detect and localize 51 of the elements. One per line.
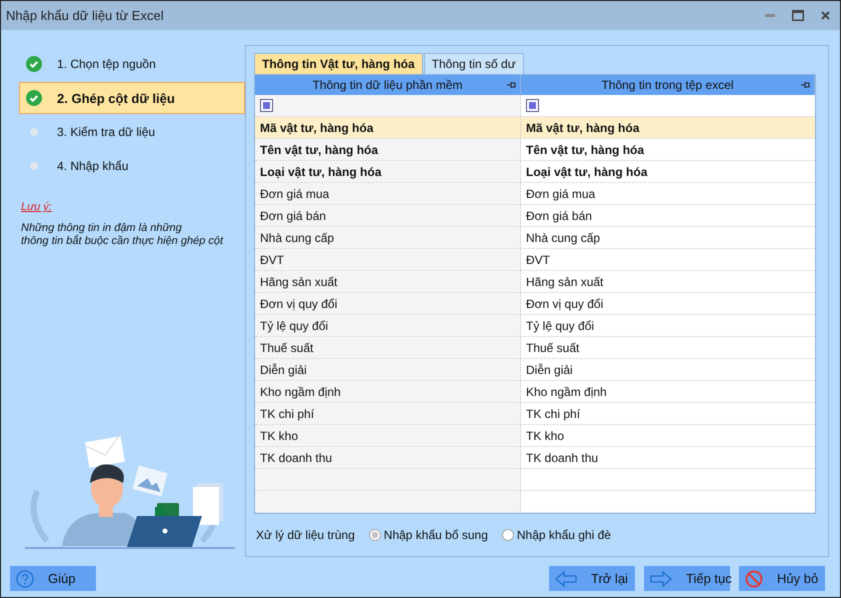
cancel-button[interactable]: Hủy bỏ (739, 566, 825, 591)
wizard-step[interactable]: 2. Ghép cột dữ liệu (19, 82, 245, 114)
table-cell: Đơn giá mua (255, 183, 521, 204)
wizard-step[interactable]: 4. Nhập khẩu (19, 150, 245, 182)
next-button[interactable]: Tiếp tục (644, 566, 730, 591)
table-cell-text: Đơn giá bán (525, 208, 593, 224)
table-cell: Nhà cung cấp (255, 227, 521, 248)
duplicate-label: Xử lý dữ liệu trùng (256, 528, 355, 542)
table-cell-text: Loại vật tư, hàng hóa (525, 164, 648, 180)
table-cell-text: Đơn giá mua (525, 186, 596, 202)
table-cell: Diễn giải (255, 359, 521, 380)
tab[interactable]: Thông tin số dư (424, 53, 524, 74)
table-cell-text: Hãng sản xuất (525, 274, 604, 290)
table-cell: TK kho (255, 425, 521, 446)
table-cell-text: Tỷ lệ quy đổi (525, 318, 596, 334)
table-cell-text: Đơn vị quy đổi (525, 296, 604, 312)
help-button[interactable]: Giúp (10, 566, 96, 591)
table-cell: TK doanh thu (255, 447, 521, 468)
table-cell-text: Kho ngầm định (525, 384, 608, 400)
window-title: Nhập khẩu dữ liệu từ Excel (6, 8, 164, 23)
column-header[interactable]: Thông tin trong tệp excel (521, 75, 815, 95)
table-cell: Mã vật tư, hàng hóa (255, 117, 521, 138)
note-text: Những thông tin in đậm là những thông tin bắt buộc cần thực hiện ghép cột (21, 222, 224, 248)
tab[interactable]: Thông tin Vật tư, hàng hóa (254, 53, 423, 74)
table-cell-text: Diễn giải (525, 362, 574, 378)
wizard-step[interactable]: 1. Chọn tệp nguồn (19, 48, 245, 80)
table-cell: Đơn vị quy đổi (255, 293, 521, 314)
back-button[interactable]: Trở lại (549, 566, 635, 591)
table-cell: Loại vật tư, hàng hóa (255, 161, 521, 182)
table-cell-text: TK doanh thu (525, 450, 600, 466)
table-cell: Đơn giá bán (255, 205, 521, 226)
table-cell-text: Nhà cung cấp (525, 230, 602, 246)
radio-option[interactable]: Nhập khẩu bổ sung (368, 528, 488, 542)
table-cell: TK chi phí (255, 403, 521, 424)
table-cell-text: ĐVT (525, 252, 551, 268)
table-cell: Mã vật tư, hàng hóa (521, 117, 815, 138)
wizard-step[interactable]: 3. Kiểm tra dữ liệu (19, 116, 245, 148)
table-cell: Kho ngầm định (255, 381, 521, 402)
table-cell-text: TK chi phí (525, 406, 582, 422)
table-cell: Thuế suất (255, 337, 521, 358)
table-cell-text: Tên vật tư, hàng hóa (525, 142, 646, 158)
header-label: Thông tin dữ liệu phần mềm (312, 78, 463, 92)
table-cell-text: TK kho (525, 428, 566, 444)
table-cell: Tên vật tư, hàng hóa (255, 139, 521, 160)
table-cell: Tỷ lệ quy đổi (255, 315, 521, 336)
header-label: Thông tin trong tệp excel (601, 78, 734, 92)
table-cell: ĐVT (255, 249, 521, 270)
radio-option[interactable]: Nhập khẩu ghi đè (502, 528, 611, 542)
table-cell: Hãng sản xuất (255, 271, 521, 292)
note-title: Lưu ý: (21, 201, 53, 213)
table-cell-text: Thuế suất (525, 340, 580, 356)
